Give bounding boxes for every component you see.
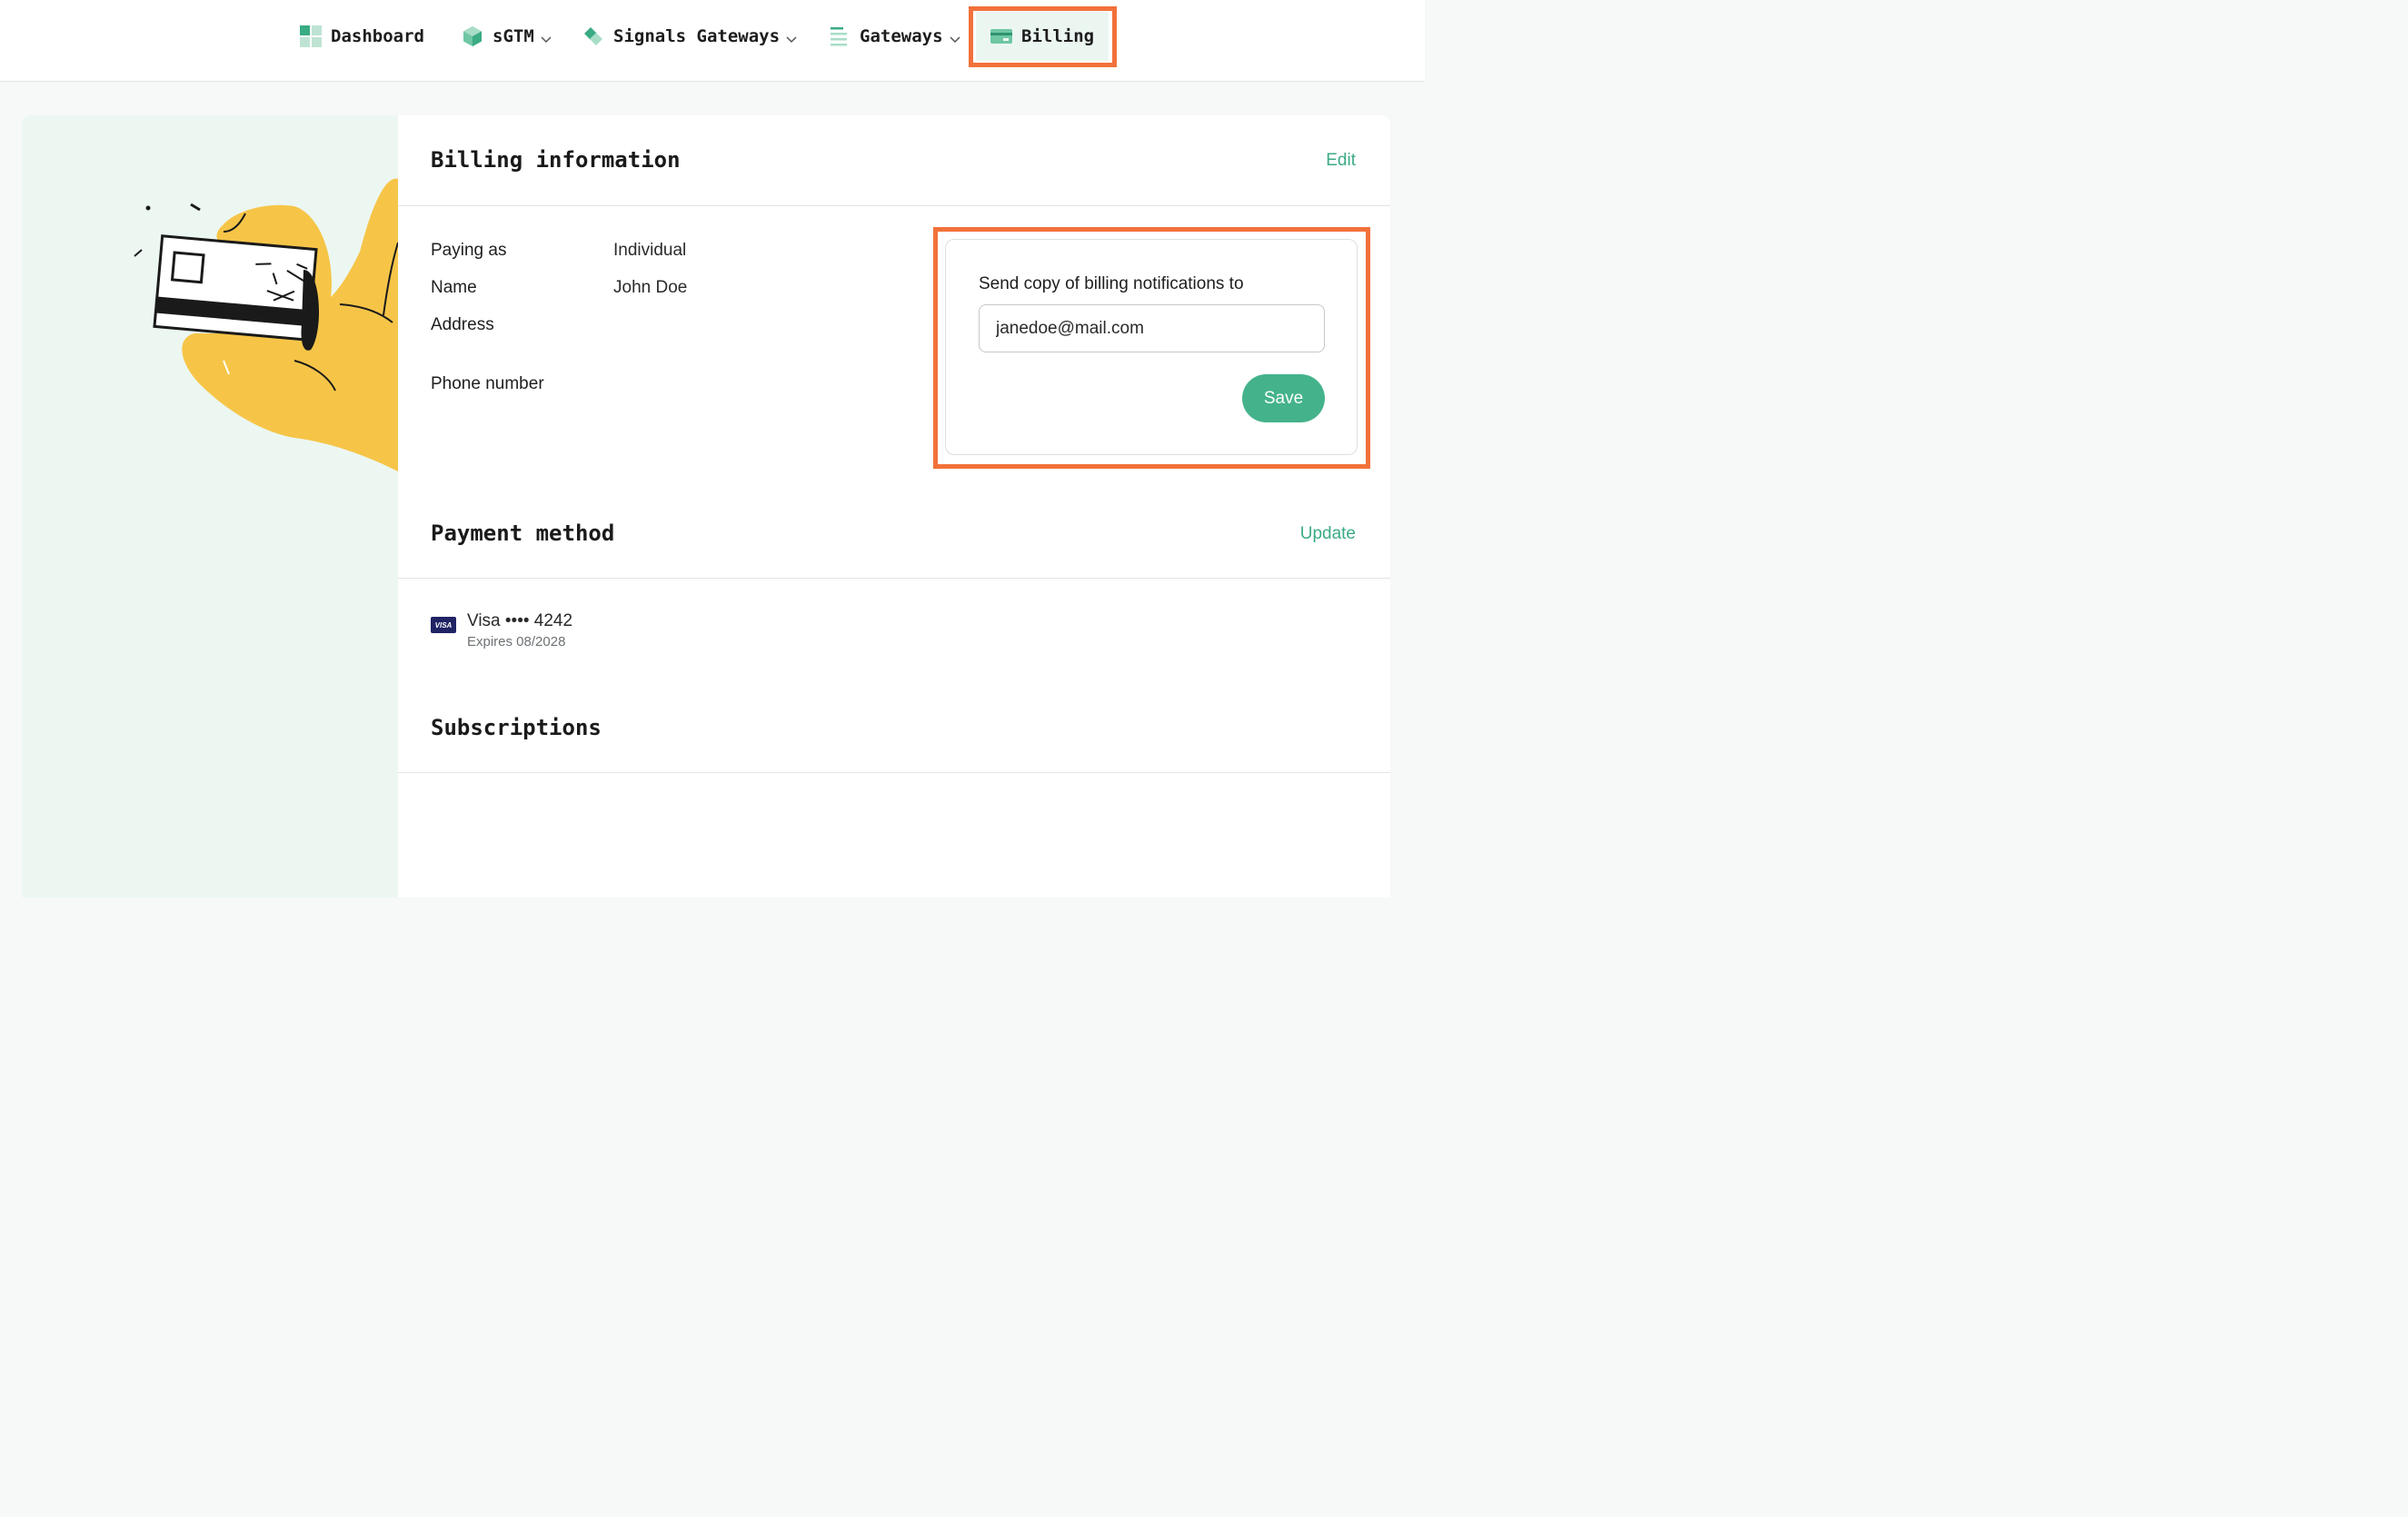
billing-content-panel: Billing information Edit Paying as Indiv… bbox=[398, 115, 1390, 897]
nav-item-gateways[interactable]: Gateways bbox=[829, 0, 961, 73]
chevron-down-icon bbox=[949, 30, 961, 44]
diamond-signal-icon bbox=[582, 25, 604, 47]
nav-item-sgtm[interactable]: sGTM bbox=[462, 0, 552, 73]
phone-number-label: Phone number bbox=[431, 374, 544, 393]
nav-label: Dashboard bbox=[331, 26, 424, 46]
nav-label: Billing bbox=[1021, 26, 1095, 46]
section-divider bbox=[398, 772, 1390, 773]
name-value: John Doe bbox=[613, 278, 688, 297]
name-label: Name bbox=[431, 278, 477, 297]
illustration-panel bbox=[22, 115, 398, 897]
top-navigation: Dashboard sGTM Signals Gateways Gateways… bbox=[0, 0, 1425, 82]
nav-label: Gateways bbox=[860, 26, 943, 46]
hand-holding-card-illustration bbox=[134, 178, 398, 471]
credit-card-icon bbox=[990, 25, 1012, 47]
payment-method-title: Payment method bbox=[431, 521, 615, 546]
notifications-email-label: Send copy of billing notifications to bbox=[979, 274, 1244, 293]
section-divider bbox=[398, 205, 1390, 206]
cube-icon bbox=[462, 25, 483, 47]
list-lines-icon bbox=[829, 25, 851, 47]
nav-item-dashboard[interactable]: Dashboard bbox=[300, 0, 424, 73]
nav-item-signals-gateways[interactable]: Signals Gateways bbox=[582, 0, 798, 73]
card-expiry-text: Expires 08/2028 bbox=[467, 634, 566, 649]
dashboard-grid-icon bbox=[300, 25, 322, 47]
visa-card-icon: VISA bbox=[431, 617, 456, 633]
section-divider bbox=[398, 578, 1390, 579]
paying-as-label: Paying as bbox=[431, 241, 507, 260]
chevron-down-icon bbox=[785, 30, 798, 44]
update-payment-link[interactable]: Update bbox=[1300, 524, 1356, 544]
subscriptions-title: Subscriptions bbox=[431, 715, 602, 740]
edit-billing-link[interactable]: Edit bbox=[1326, 151, 1356, 171]
address-label: Address bbox=[431, 315, 494, 334]
nav-label: Signals Gateways bbox=[613, 26, 781, 46]
notifications-email-input[interactable] bbox=[979, 304, 1325, 352]
billing-notifications-card: Send copy of billing notifications to Sa… bbox=[945, 239, 1358, 455]
nav-label: sGTM bbox=[493, 26, 534, 46]
billing-information-title: Billing information bbox=[431, 147, 681, 173]
save-button[interactable]: Save bbox=[1242, 374, 1325, 422]
card-number-text: Visa •••• 4242 bbox=[467, 611, 573, 630]
nav-item-billing[interactable]: Billing bbox=[976, 12, 1109, 61]
paying-as-value: Individual bbox=[613, 241, 687, 260]
chevron-down-icon bbox=[540, 30, 552, 44]
